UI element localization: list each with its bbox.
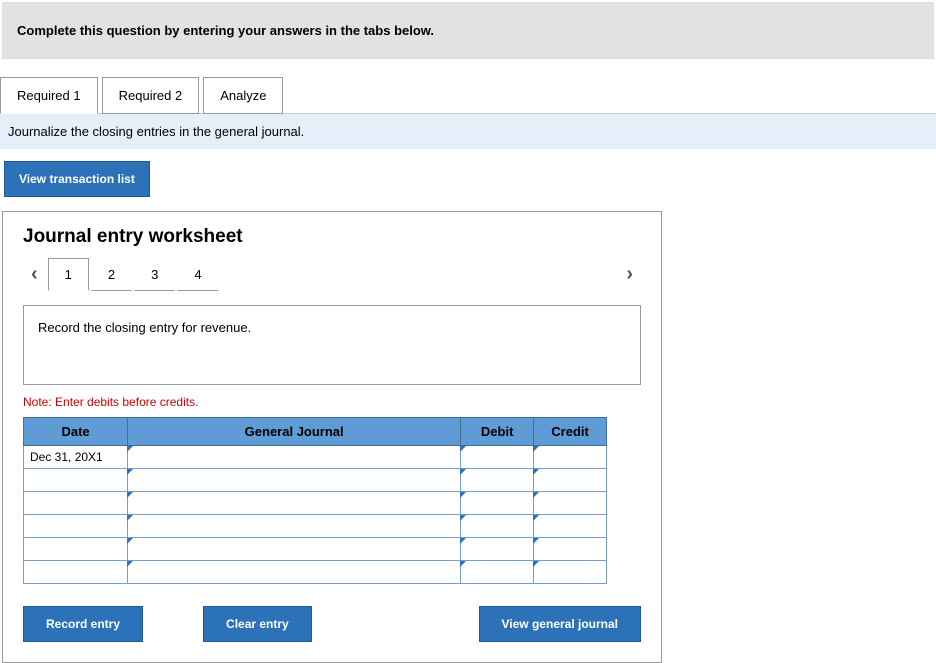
tab-analyze[interactable]: Analyze [203,77,283,114]
cell-date[interactable] [24,515,128,538]
cell-date[interactable] [24,538,128,561]
instruction-text: Complete this question by entering your … [17,23,434,38]
entry-instruction-box: Record the closing entry for revenue. [23,305,641,385]
tab-required-2[interactable]: Required 2 [102,77,200,114]
entry-instruction-text: Record the closing entry for revenue. [38,320,251,335]
table-row [24,538,607,561]
cell-debit[interactable] [461,515,534,538]
main-tabs: Required 1 Required 2 Analyze [0,77,936,114]
cell-debit[interactable] [461,561,534,584]
cell-credit[interactable] [534,446,607,469]
chevron-right-icon[interactable]: › [618,259,641,290]
cell-credit[interactable] [534,469,607,492]
page-tab-4[interactable]: 4 [177,258,218,291]
cell-debit[interactable] [461,492,534,515]
header-debit: Debit [461,418,534,446]
table-row [24,492,607,515]
cell-gj[interactable] [128,446,461,469]
cell-gj[interactable] [128,492,461,515]
header-general-journal: General Journal [128,418,461,446]
header-date: Date [24,418,128,446]
button-row: Record entry Clear entry View general jo… [23,606,641,642]
cell-date[interactable]: Dec 31, 20X1 [24,446,128,469]
cell-credit[interactable] [534,515,607,538]
header-credit: Credit [534,418,607,446]
view-general-journal-button[interactable]: View general journal [479,606,641,642]
table-row [24,515,607,538]
journal-table: Date General Journal Debit Credit Dec 31… [23,417,607,584]
cell-credit[interactable] [534,492,607,515]
tab-required-1[interactable]: Required 1 [0,77,98,114]
cell-date[interactable] [24,561,128,584]
table-row [24,561,607,584]
table-row: Dec 31, 20X1 [24,446,607,469]
cell-credit[interactable] [534,561,607,584]
cell-debit[interactable] [461,469,534,492]
cell-gj[interactable] [128,469,461,492]
chevron-left-icon[interactable]: ‹ [23,259,46,290]
cell-gj[interactable] [128,561,461,584]
record-entry-button[interactable]: Record entry [23,606,143,642]
cell-debit[interactable] [461,538,534,561]
clear-entry-button[interactable]: Clear entry [203,606,312,642]
cell-gj[interactable] [128,515,461,538]
cell-date[interactable] [24,469,128,492]
sub-instruction-text: Journalize the closing entries in the ge… [8,124,304,139]
page-tab-1[interactable]: 1 [48,258,89,291]
page-tab-2[interactable]: 2 [91,258,132,291]
cell-gj[interactable] [128,538,461,561]
worksheet-panel: Journal entry worksheet ‹ 1 2 3 4 › Reco… [2,211,662,663]
journal-body: Dec 31, 20X1 [24,446,607,584]
page-tab-3[interactable]: 3 [134,258,175,291]
sub-instruction: Journalize the closing entries in the ge… [0,113,936,149]
cell-debit[interactable] [461,446,534,469]
cell-date[interactable] [24,492,128,515]
instruction-bar: Complete this question by entering your … [2,2,934,59]
cell-credit[interactable] [534,538,607,561]
worksheet-title: Journal entry worksheet [23,226,641,248]
table-row [24,469,607,492]
note-text: Note: Enter debits before credits. [23,395,641,409]
pager: ‹ 1 2 3 4 › [23,258,641,291]
view-transaction-list-button[interactable]: View transaction list [4,161,150,197]
